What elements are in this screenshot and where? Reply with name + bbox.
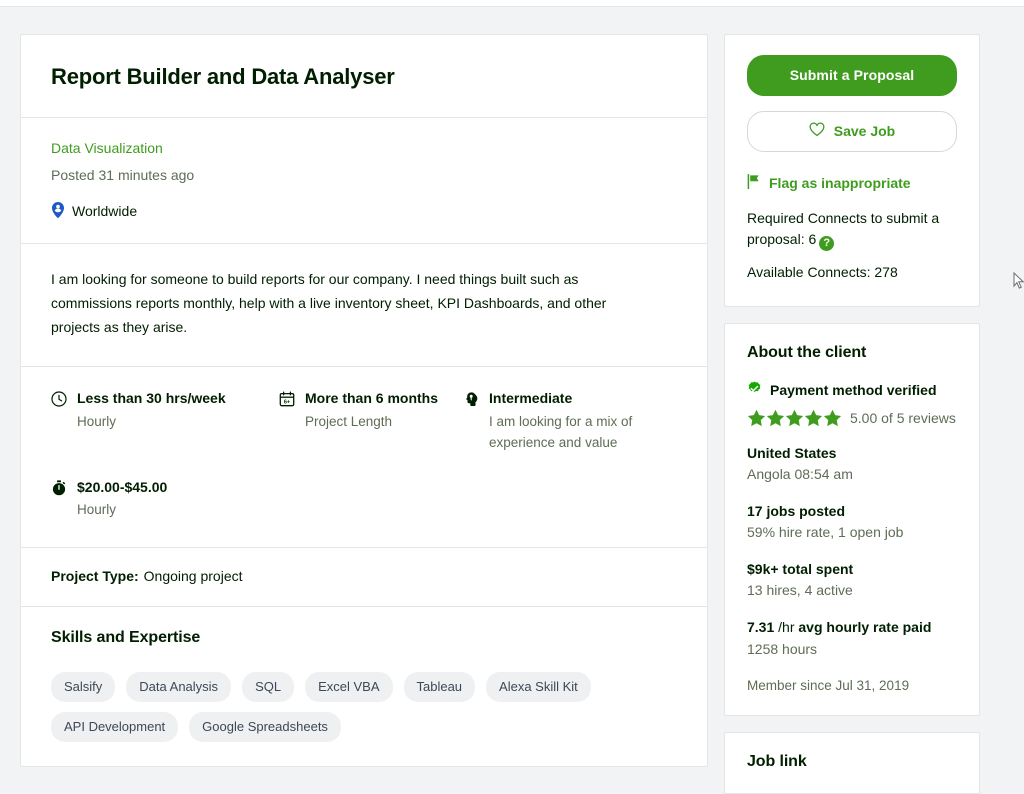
fact-duration-label: Project Length (305, 413, 393, 429)
fact-workload-label: Hourly (77, 413, 117, 429)
job-details-page: Report Builder and Data Analyser Data Vi… (0, 8, 1024, 794)
job-facts-section: Less than 30 hrs/week Hourly 6+ More tha… (21, 367, 707, 549)
rating-text: 5.00 of 5 reviews (850, 409, 956, 426)
client-location: United States Angola 08:54 am (747, 443, 957, 485)
job-description: I am looking for someone to build report… (51, 270, 607, 335)
skill-tag[interactable]: API Development (51, 712, 179, 743)
location-person-icon (51, 201, 65, 221)
expertise-icon (463, 391, 479, 407)
required-connects-text: Required Connects to submit a proposal: … (747, 210, 940, 248)
job-location: Worldwide (51, 201, 677, 221)
question-mark-icon[interactable]: ? (819, 236, 835, 252)
required-connects: Required Connects to submit a proposal: … (747, 208, 957, 252)
fact-duration: 6+ More than 6 months Project Length (279, 389, 463, 453)
fact-experience-value: Intermediate (489, 390, 573, 407)
client-jobs-posted: 17 jobs posted (747, 502, 846, 519)
payment-verified-label: Payment method verified (770, 381, 937, 398)
project-type-section: Project Type: Ongoing project (21, 548, 707, 608)
star-icon (747, 409, 766, 426)
about-client-card: About the client Payment method verified (724, 322, 980, 716)
save-job-label: Save Job (833, 123, 896, 139)
fact-duration-value: More than 6 months (305, 390, 439, 407)
svg-text:6+: 6+ (284, 400, 290, 406)
fact-experience-label: I am looking for a mix of experience and… (489, 413, 633, 450)
client-local-time: Angola 08:54 am (747, 465, 853, 482)
fact-workload-value: Less than 30 hrs/week (77, 390, 226, 407)
client-spend-stat: $9k+ total spent 13 hires, 4 active (747, 559, 957, 601)
client-total-hours: 1258 hours (747, 640, 818, 657)
client-rating-row: 5.00 of 5 reviews (747, 409, 957, 427)
project-type-value: Ongoing project (143, 568, 243, 585)
avg-rate-unit: /hr (778, 619, 795, 636)
fact-budget-value: $20.00-$45.00 (77, 478, 168, 495)
fact-budget: $20.00-$45.00 Hourly (51, 478, 279, 522)
avg-rate-label: avg hourly rate paid (798, 619, 932, 636)
star-icon (823, 409, 842, 426)
calendar-icon: 6+ (279, 391, 295, 407)
heart-icon (809, 122, 825, 140)
fact-budget-label: Hourly (77, 502, 117, 518)
sidebar: Submit a Proposal Save Job Flag as inapp… (724, 34, 980, 794)
skills-heading: Skills and Expertise (51, 629, 201, 647)
fact-workload: Less than 30 hrs/week Hourly (51, 389, 279, 453)
location-label: Worldwide (72, 203, 138, 219)
fact-experience: Intermediate I am looking for a mix of e… (463, 389, 677, 453)
job-meta-section: Data Visualization Posted 31 minutes ago… (21, 118, 707, 244)
star-rating (747, 409, 842, 427)
client-hire-rate: 59% hire rate, 1 open job (747, 524, 904, 541)
about-client-heading: About the client (747, 343, 867, 361)
flag-as-inappropriate-link[interactable]: Flag as inappropriate (747, 173, 957, 192)
skill-tag[interactable]: Google Spreadsheets (189, 712, 341, 743)
job-title-section: Report Builder and Data Analyser (21, 35, 707, 118)
save-job-button[interactable]: Save Job (747, 111, 957, 152)
star-icon (804, 409, 823, 426)
job-description-section: I am looking for someone to build report… (21, 244, 707, 368)
avg-rate-value: 7.31 (747, 619, 775, 636)
client-avg-rate: 7.31 /hr avg hourly rate paid (747, 617, 957, 637)
job-link-card: Job link (724, 731, 980, 794)
page-layout: Report Builder and Data Analyser Data Vi… (20, 34, 980, 794)
proposal-actions-card: Submit a Proposal Save Job Flag as inapp… (724, 34, 980, 307)
skills-section: Skills and Expertise Salsify Data Analys… (21, 607, 707, 766)
job-link-heading: Job link (747, 752, 807, 770)
client-jobs-stat: 17 jobs posted 59% hire rate, 1 open job (747, 501, 957, 543)
client-member-since: Member since Jul 31, 2019 (747, 677, 910, 693)
skill-tag[interactable]: SQL (242, 672, 295, 703)
flag-icon (747, 173, 761, 192)
skill-tag[interactable]: Data Analysis (126, 672, 232, 703)
job-facts-grid: Less than 30 hrs/week Hourly 6+ More tha… (51, 389, 677, 521)
available-connects: Available Connects: 278 (747, 264, 898, 281)
client-hires: 13 hires, 4 active (747, 582, 853, 599)
skills-tag-list: Salsify Data Analysis SQL Excel VBA Tabl… (51, 672, 611, 743)
browser-top-strip (0, 0, 1024, 7)
client-country: United States (747, 444, 837, 461)
stopwatch-icon (51, 479, 67, 496)
job-details-card: Report Builder and Data Analyser Data Vi… (20, 34, 708, 768)
flag-label: Flag as inappropriate (769, 175, 911, 191)
posted-time: Posted 31 minutes ago (51, 166, 195, 183)
skill-tag[interactable]: Alexa Skill Kit (486, 672, 591, 703)
star-icon (766, 409, 785, 426)
skill-tag[interactable]: Salsify (51, 672, 116, 703)
client-total-spent: $9k+ total spent (747, 561, 854, 578)
star-icon (785, 409, 804, 426)
skill-tag[interactable]: Excel VBA (305, 672, 393, 703)
clock-icon (51, 391, 67, 407)
check-badge-icon (747, 381, 762, 399)
skill-tag[interactable]: Tableau (403, 672, 476, 703)
page-title: Report Builder and Data Analyser (51, 64, 395, 89)
client-rate-stat: 7.31 /hr avg hourly rate paid 1258 hours (747, 617, 957, 659)
submit-proposal-button[interactable]: Submit a Proposal (747, 55, 957, 96)
job-category-link[interactable]: Data Visualization (51, 138, 163, 159)
payment-verified-row: Payment method verified (747, 381, 957, 399)
project-type-label: Project Type: (51, 568, 139, 585)
